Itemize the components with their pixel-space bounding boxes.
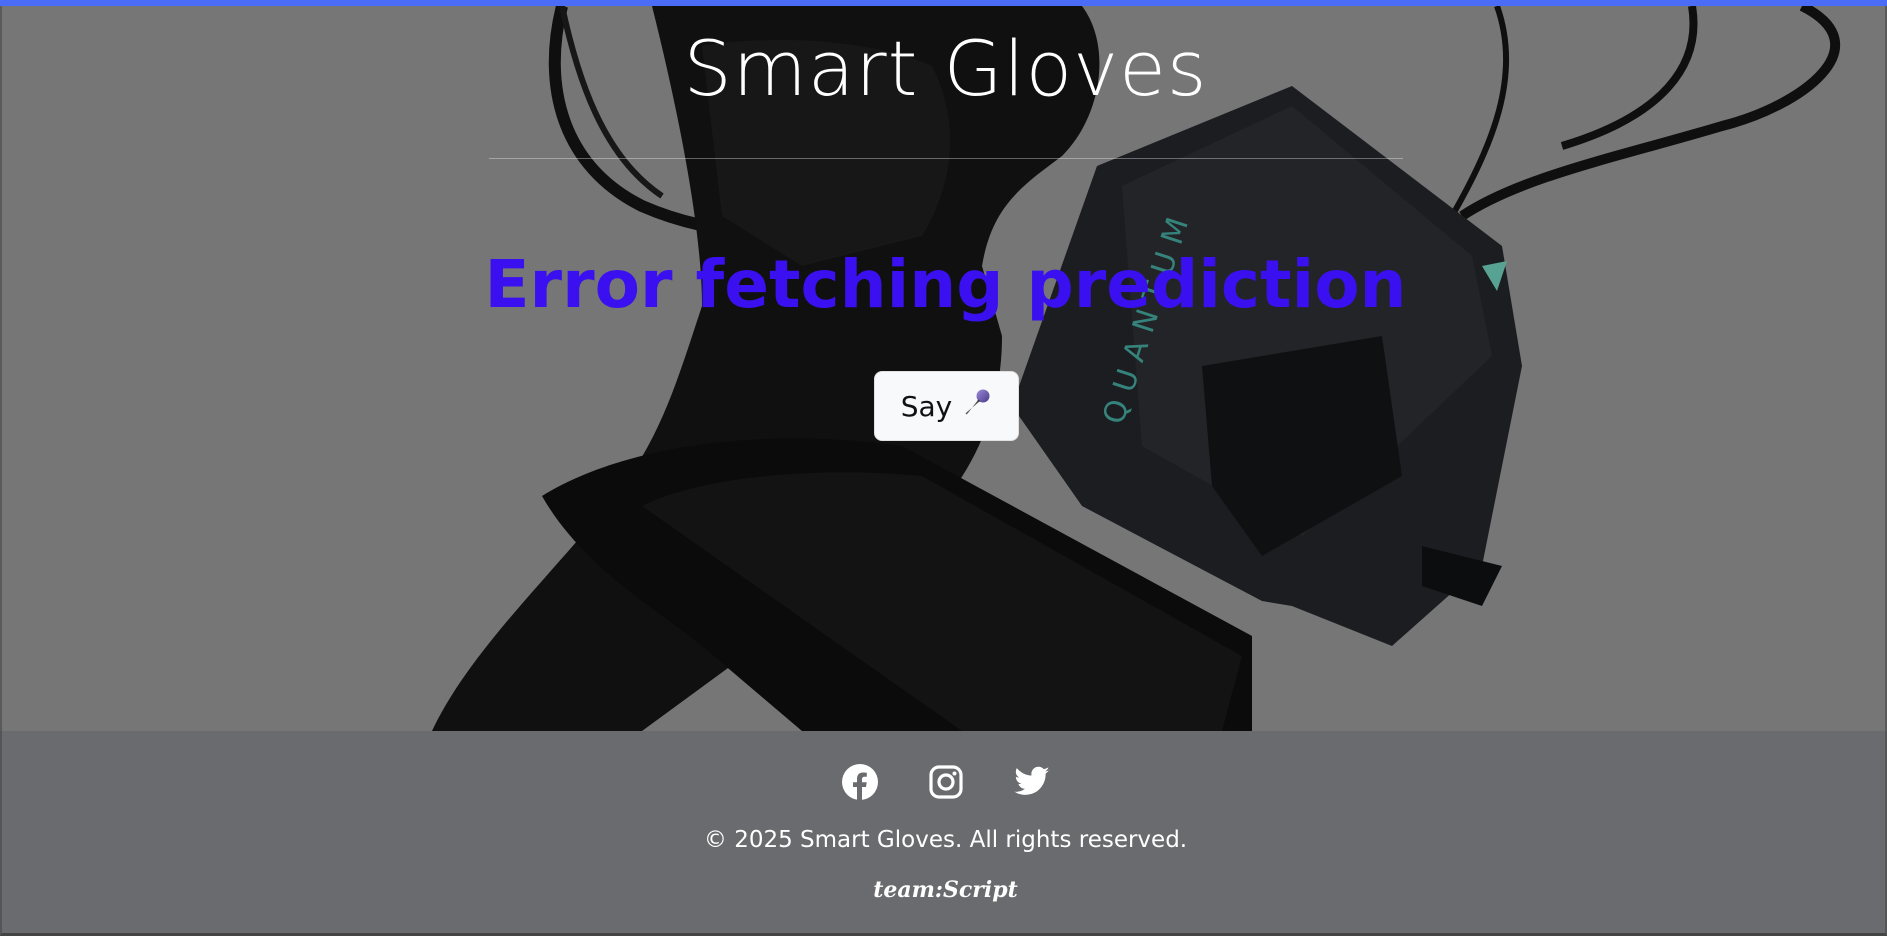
page-title: Smart Gloves [683, 24, 1208, 113]
hero-section: QUANTUM Smart Gloves Error fetching pred… [0, 6, 1887, 731]
social-links [2, 763, 1887, 801]
say-button[interactable]: Say [874, 371, 1019, 441]
team-credit: team:Script [873, 877, 1018, 903]
facebook-icon[interactable] [841, 763, 879, 801]
top-accent-bar [0, 0, 1887, 6]
instagram-icon[interactable] [927, 763, 965, 801]
twitter-icon[interactable] [1013, 763, 1051, 801]
microphone-icon [962, 388, 992, 425]
hero-content: Smart Gloves Error fetching prediction S… [2, 6, 1885, 731]
title-divider [489, 158, 1403, 159]
copyright-text: © 2025 Smart Gloves. All rights reserved… [703, 827, 1188, 853]
site-footer: © 2025 Smart Gloves. All rights reserved… [0, 731, 1887, 936]
say-button-label: Say [900, 389, 953, 423]
prediction-message: Error fetching prediction [484, 246, 1407, 323]
